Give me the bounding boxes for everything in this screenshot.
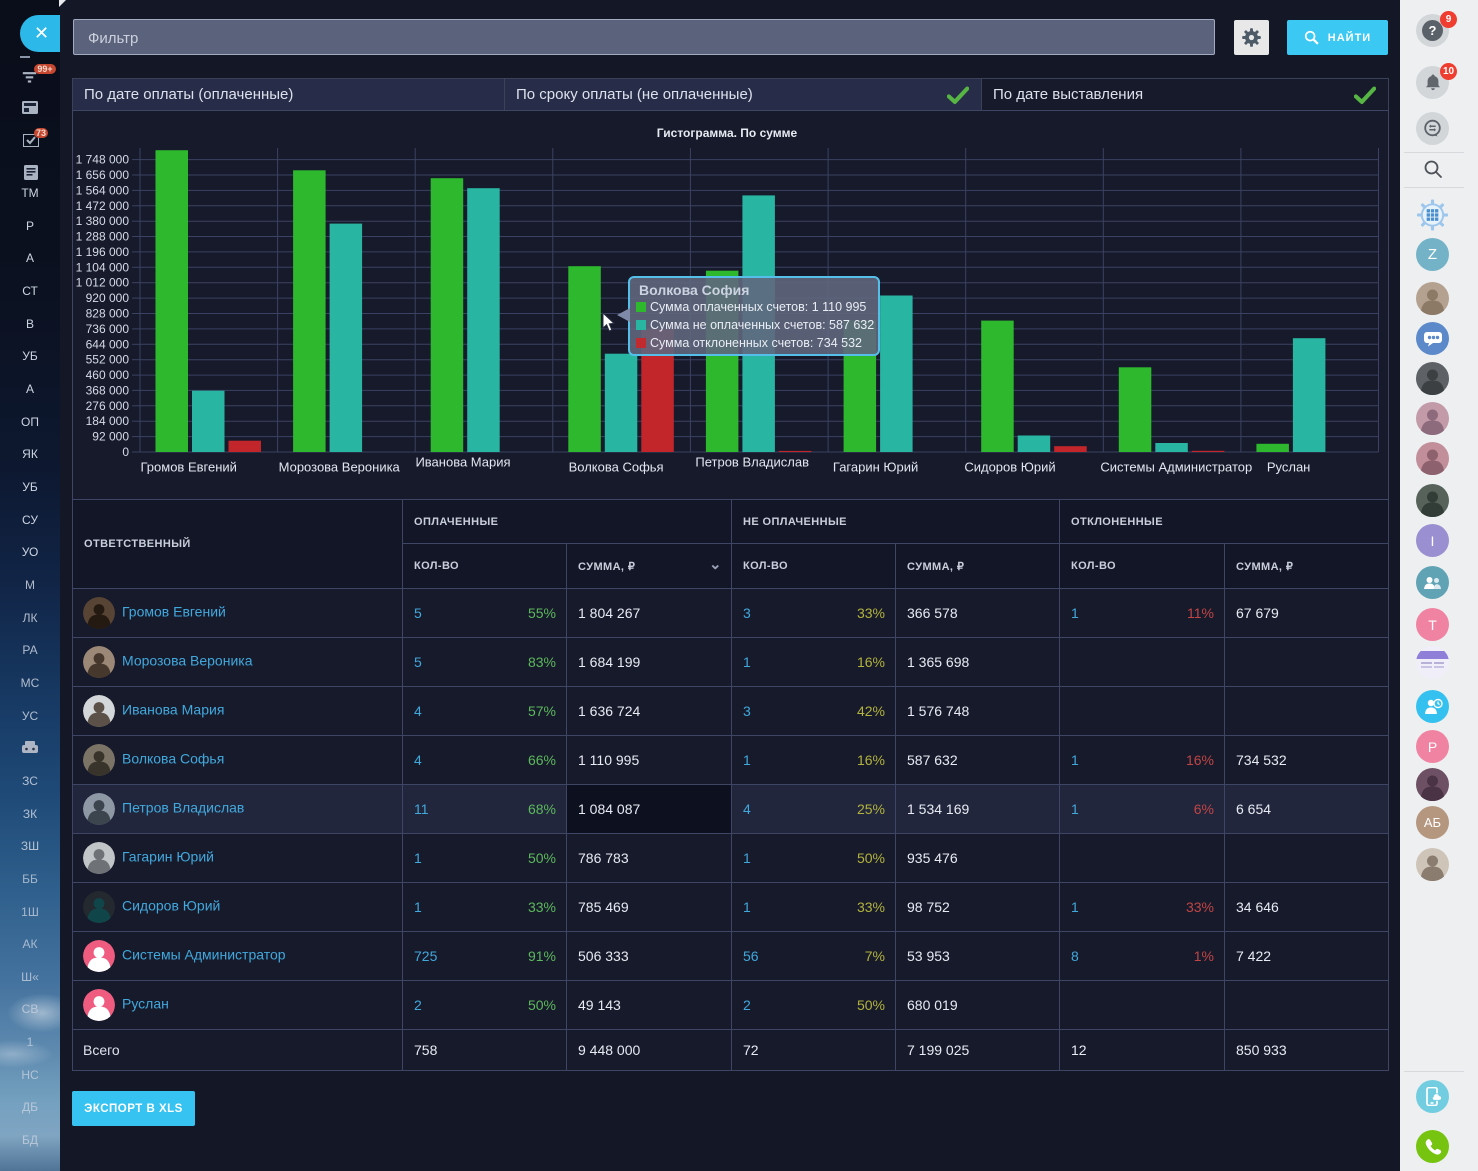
svg-text:1 288 000: 1 288 000 [76,230,130,244]
svg-text:552 000: 552 000 [86,353,130,367]
svg-text:Гистограмма. По сумме: Гистограмма. По сумме [657,126,798,140]
svg-text:1 472 000: 1 472 000 [76,199,130,213]
svg-text:644 000: 644 000 [86,337,130,351]
svg-text:1 012 000: 1 012 000 [76,276,130,290]
svg-text:Сидоров Юрий: Сидоров Юрий [964,460,1055,475]
svg-text:736 000: 736 000 [86,322,130,336]
svg-text:1 656 000: 1 656 000 [76,168,130,182]
svg-text:Гагарин Юрий: Гагарин Юрий [833,460,918,475]
svg-text:1 748 000: 1 748 000 [76,153,130,167]
svg-text:Громов Евгений: Громов Евгений [140,460,236,475]
svg-text:368 000: 368 000 [86,383,130,397]
svg-text:184 000: 184 000 [86,414,130,428]
svg-text:1 104 000: 1 104 000 [76,260,130,274]
svg-text:Морозова Вероника: Морозова Вероника [279,460,401,475]
svg-text:Системы Администратор: Системы Администратор [1100,460,1252,475]
svg-text:276 000: 276 000 [86,399,130,413]
svg-text:Иванова Мария: Иванова Мария [415,455,510,470]
svg-text:1 380 000: 1 380 000 [76,214,130,228]
svg-text:460 000: 460 000 [86,368,130,382]
svg-text:828 000: 828 000 [86,307,130,321]
svg-text:1 196 000: 1 196 000 [76,245,130,259]
svg-text:92 000: 92 000 [92,430,129,444]
svg-text:920 000: 920 000 [86,291,130,305]
svg-text:Руслан: Руслан [1267,460,1311,475]
svg-text:1 564 000: 1 564 000 [76,183,130,197]
svg-text:Волкова Софья: Волкова Софья [569,460,664,475]
svg-text:Петров Владислав: Петров Владислав [695,455,809,470]
svg-text:0: 0 [122,445,129,459]
